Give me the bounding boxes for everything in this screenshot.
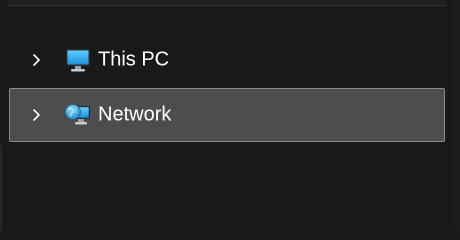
scrollbar-track[interactable] xyxy=(453,0,460,231)
network-globe-icon xyxy=(64,101,92,129)
navigation-pane: This PC Network xyxy=(0,0,460,231)
pane-edge xyxy=(0,145,2,231)
chevron-right-icon[interactable] xyxy=(29,53,43,67)
tree-item-this-pc[interactable]: This PC xyxy=(9,33,445,87)
top-divider xyxy=(8,0,446,6)
tree-item-label: This PC xyxy=(98,48,170,71)
tree-item-label: Network xyxy=(98,103,172,126)
chevron-right-icon[interactable] xyxy=(29,108,43,122)
monitor-icon xyxy=(64,46,92,74)
tree-item-network[interactable]: Network xyxy=(9,88,445,142)
